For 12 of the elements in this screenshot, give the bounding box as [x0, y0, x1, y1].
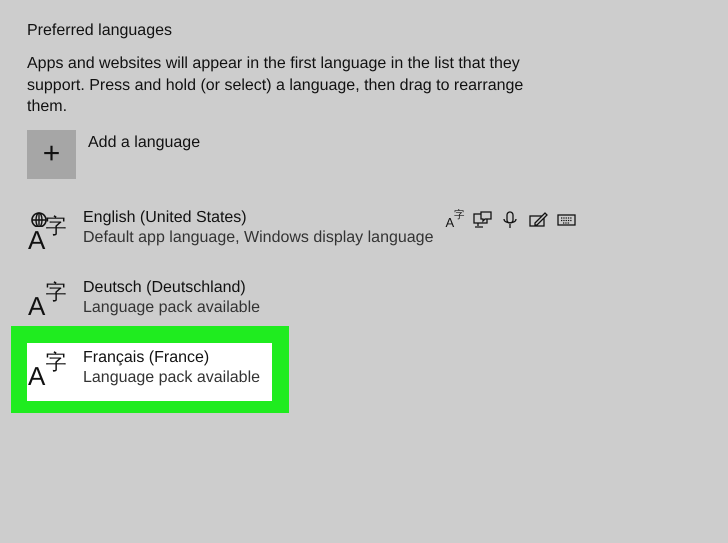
add-language-button[interactable]: +: [27, 130, 76, 178]
language-name: Deutsch (Deutschland): [83, 278, 247, 296]
language-name: Français (France): [83, 348, 210, 366]
section-title: Preferred languages: [27, 22, 173, 40]
language-status: Language pack available: [83, 368, 260, 386]
language-name: English (United States): [83, 208, 248, 226]
add-language-label[interactable]: Add a language: [88, 134, 200, 152]
language-status: Default app language, Windows display language: [83, 228, 434, 246]
monitor-icon: [473, 210, 492, 229]
language-status: Language pack available: [83, 298, 260, 316]
pen-icon: [529, 210, 548, 229]
description: Apps and websites will appear in the first language in the list that they support. Press and hold (or select) a language, then drag to rearrange them.: [27, 54, 524, 117]
